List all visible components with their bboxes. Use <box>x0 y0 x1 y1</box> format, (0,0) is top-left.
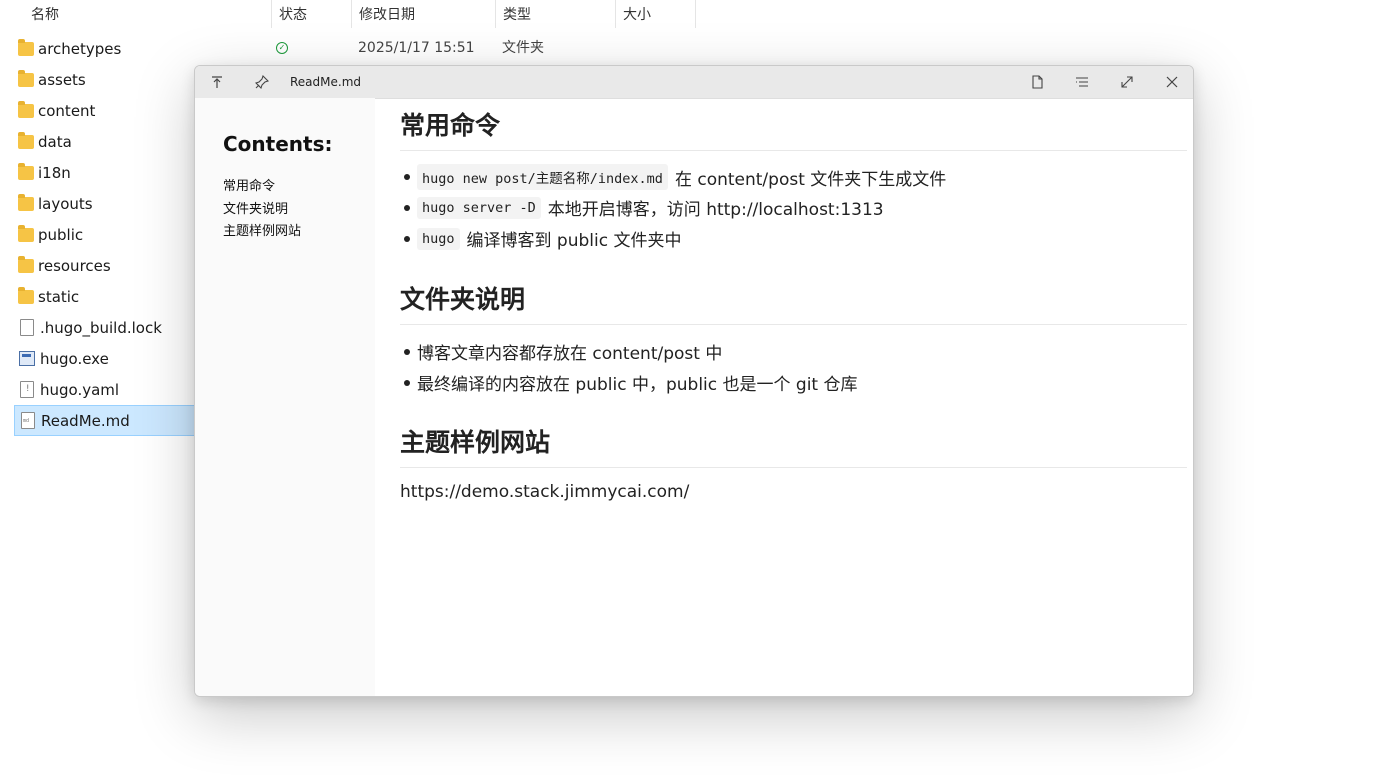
open-file-icon[interactable] <box>1023 70 1051 94</box>
code-inline: hugo server -D <box>417 196 541 219</box>
toc-sidebar: Contents: 常用命令 文件夹说明 主题样例网站 <box>195 98 375 696</box>
markdown-content: 常用命令 hugo new post/主题名称/index.md 在 conte… <box>400 98 1190 696</box>
file-row-hugo-yaml[interactable]: hugo.yaml <box>14 374 214 405</box>
file-row-content[interactable]: content <box>14 95 214 126</box>
toc-title: Contents: <box>223 132 333 156</box>
file-row-public[interactable]: public <box>14 219 214 250</box>
column-divider[interactable] <box>695 0 696 28</box>
file-name: public <box>38 225 84 244</box>
column-status[interactable]: 状态 <box>272 0 351 30</box>
folder-icon <box>18 69 34 87</box>
heading-commands: 常用命令 <box>400 106 1187 151</box>
sort-caret-icon: ^ <box>142 0 152 7</box>
file-name: static <box>38 287 80 306</box>
pin-icon[interactable] <box>248 70 276 94</box>
file-row-resources[interactable]: resources <box>14 250 214 281</box>
folder-icon <box>18 38 34 56</box>
theme-demo-url: https://demo.stack.jimmycai.com/ <box>400 482 690 502</box>
toc-item-folders[interactable]: 文件夹说明 <box>223 198 288 217</box>
toc-item-commands[interactable]: 常用命令 <box>223 175 275 194</box>
folder-icon <box>18 255 34 273</box>
file-row-static[interactable]: static <box>14 281 214 312</box>
file-type: 文件夹 <box>502 40 544 56</box>
column-size[interactable]: 大小 <box>616 0 695 30</box>
column-type[interactable]: 类型 <box>496 0 615 30</box>
code-inline: hugo new post/主题名称/index.md <box>417 164 668 190</box>
file-row-archetypes[interactable]: archetypes <box>14 33 214 64</box>
list-item-text: 本地开启博客，访问 http://localhost:1313 <box>547 200 884 220</box>
list-item: 博客文章内容都存放在 content/post 中 <box>403 339 723 364</box>
file-name: hugo.yaml <box>40 380 120 399</box>
sync-status-check-icon: ✓ <box>276 42 288 54</box>
heading-theme: 主题样例网站 <box>400 423 1187 468</box>
file-name: resources <box>38 256 111 275</box>
preview-title: ReadMe.md <box>290 75 362 89</box>
folder-icon <box>18 162 34 180</box>
modified-date: 2025/1/17 15:51 <box>358 40 475 56</box>
file-name: data <box>38 132 72 151</box>
toc-item-theme[interactable]: 主题样例网站 <box>223 220 301 239</box>
file-name: assets <box>38 70 86 89</box>
file-icon <box>20 319 34 336</box>
file-row-assets[interactable]: assets <box>14 64 214 95</box>
file-row-i18n[interactable]: i18n <box>14 157 214 188</box>
folder-icon <box>18 131 34 149</box>
close-icon[interactable] <box>1158 70 1186 94</box>
file-row-hugo-build-lock[interactable]: .hugo_build.lock <box>14 312 214 343</box>
scroll-to-top-icon[interactable] <box>203 70 231 94</box>
list-item-text: 最终编译的内容放在 public 中，public 也是一个 git 仓库 <box>417 375 858 395</box>
folder-icon <box>18 193 34 211</box>
list-item-text: 博客文章内容都存放在 content/post 中 <box>417 344 723 364</box>
expand-icon[interactable] <box>1113 70 1141 94</box>
list-item: 最终编译的内容放在 public 中，public 也是一个 git 仓库 <box>404 370 858 395</box>
markdown-file-icon <box>21 412 35 429</box>
folder-icon <box>18 224 34 242</box>
file-name: layouts <box>38 194 93 213</box>
file-name: ReadMe.md <box>41 411 130 430</box>
folder-icon <box>18 100 34 118</box>
file-row-layouts[interactable]: layouts <box>14 188 214 219</box>
folder-icon <box>18 286 34 304</box>
file-name: hugo.exe <box>40 349 109 368</box>
column-header: 名称 ^ 状态 修改日期 类型 大小 <box>0 0 1393 30</box>
list-item: hugo server -D 本地开启博客，访问 http://localhos… <box>404 195 884 220</box>
heading-folders: 文件夹说明 <box>400 280 1187 325</box>
toc-toggle-icon[interactable] <box>1068 70 1096 94</box>
file-row-readme-md[interactable]: ReadMe.md <box>14 405 214 436</box>
yaml-file-icon <box>20 381 34 398</box>
preview-titlebar: ReadMe.md <box>195 66 1193 99</box>
column-date[interactable]: 修改日期 <box>352 0 495 30</box>
list-item-text: 在 content/post 文件夹下生成文件 <box>674 169 947 190</box>
file-name: .hugo_build.lock <box>40 318 162 337</box>
file-name: i18n <box>38 163 71 182</box>
file-row-hugo-exe[interactable]: hugo.exe <box>14 343 214 374</box>
exe-icon <box>19 351 35 366</box>
list-item: hugo 编译博客到 public 文件夹中 <box>403 226 682 251</box>
file-name: content <box>38 101 96 120</box>
list-item: hugo new post/主题名称/index.md 在 content/po… <box>403 164 947 190</box>
file-row-data[interactable]: data <box>14 126 214 157</box>
code-inline: hugo <box>417 227 460 250</box>
preview-window: ReadMe.md Contents: 常用命令 文件夹说明 主题样例网站 常用… <box>194 65 1194 697</box>
list-item-text: 编译博客到 public 文件夹中 <box>466 231 682 251</box>
file-name: archetypes <box>38 39 122 58</box>
file-list: archetypes assets content data i18n layo… <box>14 33 214 436</box>
